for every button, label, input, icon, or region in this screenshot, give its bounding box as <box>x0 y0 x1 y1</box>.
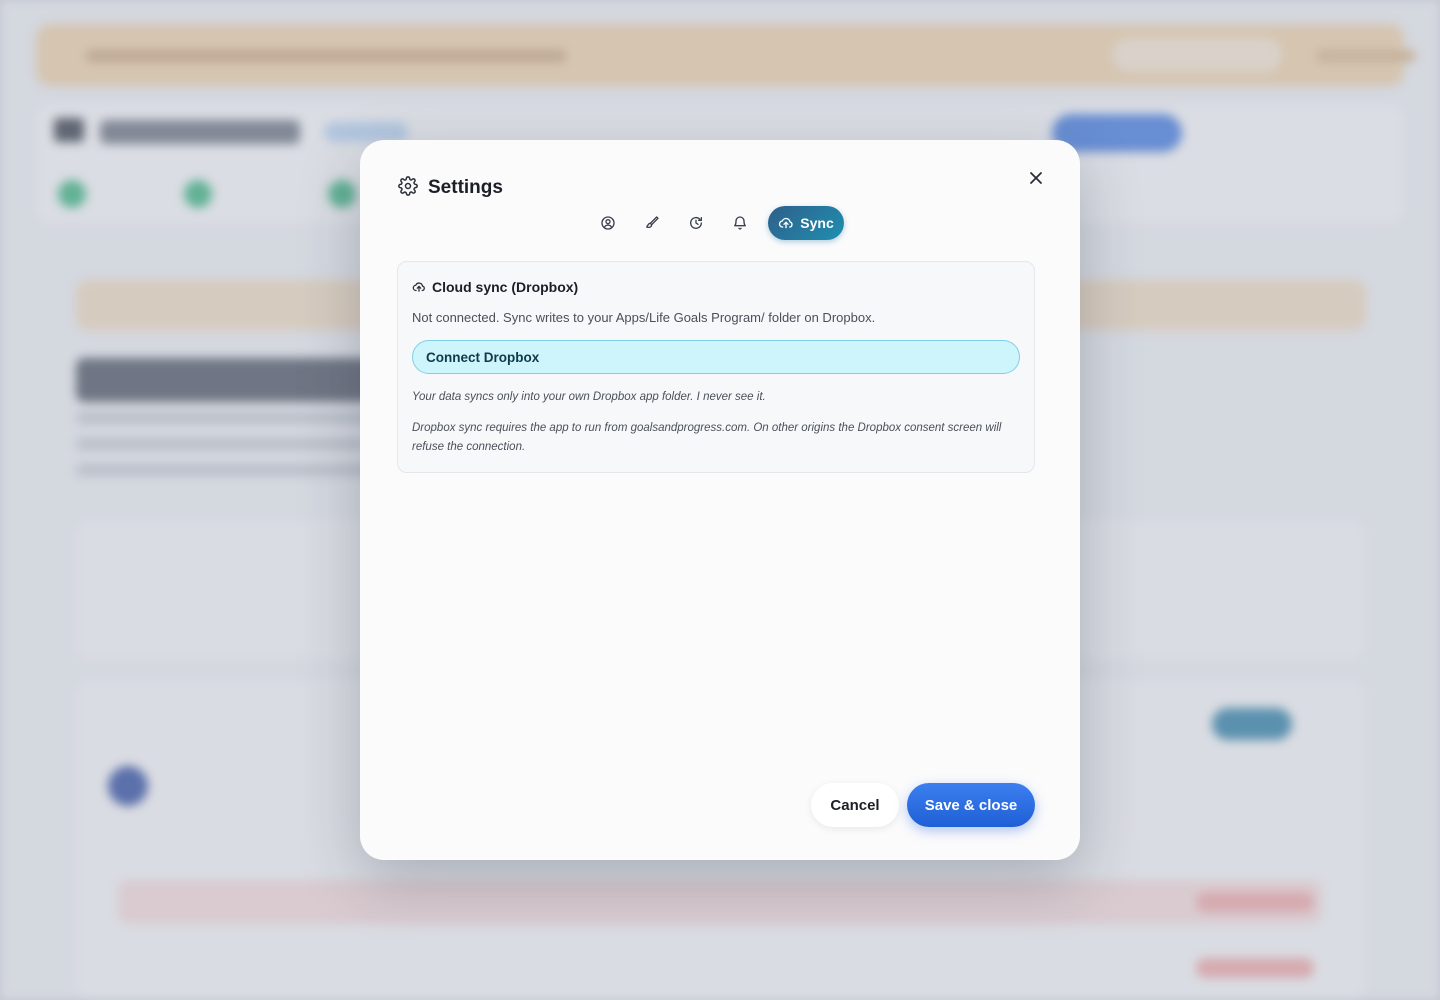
connection-status: Not connected. Sync writes to your Apps/… <box>412 310 876 325</box>
close-icon <box>1030 172 1042 184</box>
settings-dialog: Settings Sync Cloud sync (Dropbox) Not c… <box>360 140 1080 860</box>
cloud-upload-icon <box>779 217 793 229</box>
dropbox-sync-card: Cloud sync (Dropbox) Not connected. Sync… <box>397 261 1035 473</box>
refresh-clock-icon <box>690 216 702 229</box>
tab-profile[interactable] <box>590 206 626 240</box>
save-close-button[interactable]: Save & close <box>907 783 1035 827</box>
gear-icon <box>398 176 418 200</box>
tab-appearance[interactable] <box>634 206 670 240</box>
cancel-button[interactable]: Cancel <box>811 783 899 827</box>
dialog-header: Settings <box>398 176 503 200</box>
card-heading: Cloud sync (Dropbox) <box>432 279 579 295</box>
close-button[interactable] <box>1018 160 1054 196</box>
tab-notifications[interactable] <box>722 206 758 240</box>
privacy-note: Your data syncs only into your own Dropb… <box>412 391 766 403</box>
bell-icon <box>734 216 746 230</box>
tab-history[interactable] <box>678 206 714 240</box>
origin-note: Dropbox sync requires the app to run fro… <box>412 422 1002 453</box>
user-circle-icon <box>601 216 615 230</box>
tab-sync[interactable]: Sync <box>768 206 844 240</box>
card-header: Cloud sync (Dropbox) <box>412 279 578 295</box>
connect-dropbox-button[interactable]: Connect Dropbox <box>412 340 1020 374</box>
settings-tabs: Sync <box>590 206 844 240</box>
dialog-title: Settings <box>428 177 503 198</box>
cloud-sync-icon <box>412 282 425 292</box>
tab-sync-label: Sync <box>800 215 834 231</box>
brush-icon <box>646 216 659 229</box>
